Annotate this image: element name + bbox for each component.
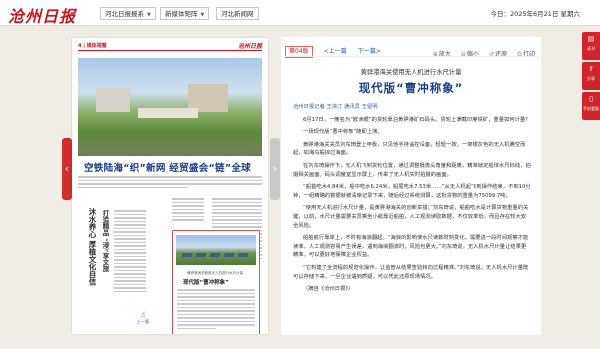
article-paragraph: “使用无人机进行水尺计量，是黄骅港海关的创新举措。”刘东琦说，船舶吃水是计算货物…: [293, 205, 529, 229]
new-media-select[interactable]: 新媒体矩阵 ▼: [160, 7, 210, 20]
article-paragraph: “船首吃水4.84米，船中吃水6.24米，船尾吃水7.53米……”从无人机起飞到…: [293, 184, 531, 199]
share-button[interactable]: ⇪ 分享: [582, 62, 600, 90]
zoom-out-button[interactable]: ⊖缩小: [461, 50, 479, 60]
reset-button[interactable]: ↺还原: [489, 50, 507, 60]
article-nav: 第04版 <上一篇 下一篇>: [285, 41, 381, 58]
lead-photo[interactable]: [78, 58, 262, 156]
article-box-subtitle: 黄骅港海关使用无人机进行水尺计量: [187, 271, 243, 275]
text-column: [172, 198, 204, 223]
vertical-headline-2[interactable]: 打造精品 “浸”享文旅: [96, 210, 110, 272]
top-bar: 沧州日报 河北日报报系 ▼ 新媒体矩阵 ▼ 河北新闻网 今日：2025年6月21日 …: [0, 0, 600, 26]
current-date: 今日：2025年6月21日 星期六: [490, 10, 580, 18]
paper-group-select-label: 河北日报报系: [105, 10, 144, 18]
mobile-read-button[interactable]: ▯ 手机看报: [582, 92, 600, 120]
read-issue-button[interactable]: ▤ 读刊: [582, 32, 600, 60]
article-box-title: 现代版“曹冲称象”: [183, 280, 229, 286]
article-paragraph: 一场现代版“曹冲称象”随即上演。: [303, 129, 383, 136]
article-paragraph: “它构建了全流程的规范化操作，让监管从结果查验转向过程精准。”刘东琦说，无人机水…: [293, 264, 529, 280]
lead-headline[interactable]: 空铁陆海“织”新网 经贸盛会“链”全球: [84, 160, 251, 174]
share-label: 分享: [587, 76, 595, 81]
zoom-in-button[interactable]: ⊕放大: [433, 50, 451, 60]
article-box-text: [177, 289, 255, 331]
prev-edition-stamp[interactable]: ☝ 上一版: [128, 310, 158, 330]
next-article-link[interactable]: 下一篇>: [358, 47, 381, 57]
article-paragraph: 黄骅港海关关员刘东琦登上甲板，只见他手持遥控设备，轻轻一按，一架银灰色的无人机腾…: [293, 141, 526, 157]
article-paragraph: 在刘东琦操作下，无人机飞到货轮位置，通过调整摄像头角度和距离，精准锁定船体水尺标…: [293, 162, 531, 178]
prev-edition-label: 上一版: [137, 319, 149, 324]
new-media-select-label: 新媒体矩阵: [165, 10, 198, 18]
article-paragraph: 船舶航行靠岸上，不时有海浪翻起。“海浪的影响使水尺读数时刻变化，需要进一段时间观…: [293, 235, 529, 259]
article-source: （摘自《沧州日报》）: [303, 286, 354, 293]
text-column: [114, 210, 146, 294]
paper-group-select[interactable]: 河北日报报系 ▼: [100, 7, 156, 20]
print-button[interactable]: ⎙打印: [517, 50, 535, 60]
article-title: 现代版“曹冲称象”: [358, 81, 464, 95]
divider: [285, 56, 537, 57]
share-icon: ⇪: [588, 65, 594, 73]
hand-pointer-icon: ☝: [140, 310, 146, 319]
book-icon: ▤: [587, 35, 595, 43]
mobile-read-label: 手机看报: [583, 106, 599, 111]
article-panel: 第04版 <上一篇 下一篇> ⊕放大 ⊖缩小 ↺还原 ⎙打印 黄骅港海关使用无人…: [280, 36, 542, 336]
next-page-arrow[interactable]: ›: [270, 138, 280, 200]
phone-icon: ▯: [589, 95, 593, 103]
page-header: 4 | 媒体视窗 沧州日报: [78, 41, 262, 51]
page-masthead: 沧州日报: [237, 43, 262, 50]
hebei-news-link[interactable]: 河北新闻网: [216, 7, 259, 20]
page-number: 4 | 媒体视窗: [78, 43, 107, 49]
article-body: 沧州日报记者 王浓汀 通讯员 王留明 6月17日，一艘名为“欧洲眼”的货轮靠泊黄…: [293, 103, 531, 298]
chevron-down-icon: ▼: [200, 12, 205, 18]
lead-text-block: [78, 176, 262, 196]
site-logo[interactable]: 沧州日报: [8, 3, 76, 27]
chevron-down-icon: ▼: [147, 12, 151, 18]
read-issue-label: 读刊: [587, 46, 595, 51]
prev-page-arrow[interactable]: ‹: [62, 138, 72, 200]
newspaper-page[interactable]: 4 | 媒体视窗 沧州日报 空铁陆海“织”新网 经贸盛会“链”全球 沐水养心 厚…: [72, 38, 268, 334]
article-paragraph: 6月17日，一艘名为“欧洲眼”的货轮靠泊黄骅港矿石码头。货轮上满载印度铁矿，重量…: [303, 116, 531, 123]
prev-article-link[interactable]: <上一篇: [324, 47, 347, 57]
solar-farm-photo: [176, 235, 256, 265]
article-kicker: 黄骅港海关使用无人机进行水尺计量: [360, 69, 462, 76]
article-byline: 沧州日报记者 王浓汀 通讯员 王留明: [293, 104, 378, 110]
hebei-news-link-label: 河北新闻网: [221, 10, 254, 18]
article-toolbar: ⊕放大 ⊖缩小 ↺还原 ⎙打印: [428, 41, 535, 60]
right-sidebar: ▤ 读刊 ⇪ 分享 ▯ 手机看报: [582, 32, 600, 122]
selected-article-box[interactable]: 黄骅港海关使用无人机进行水尺计量 现代版“曹冲称象”: [172, 230, 260, 334]
